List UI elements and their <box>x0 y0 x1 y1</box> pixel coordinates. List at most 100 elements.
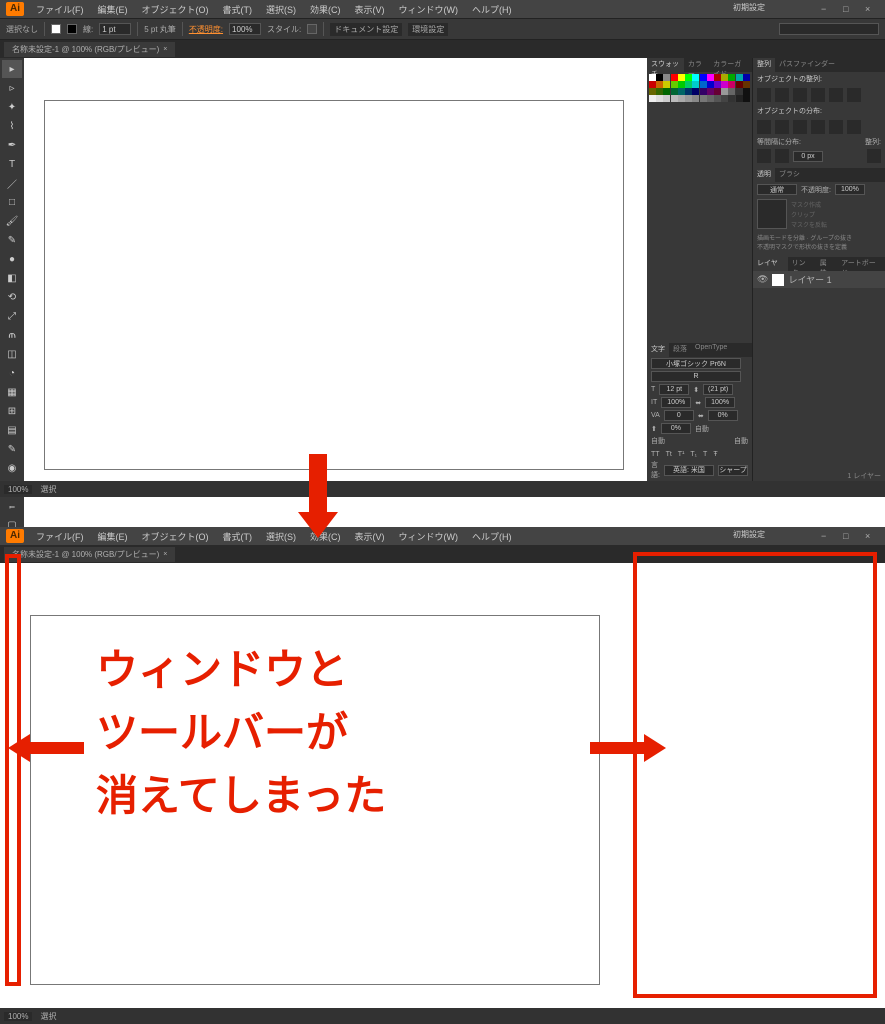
close-tab-icon-b[interactable]: × <box>163 551 167 558</box>
char-icon-1[interactable]: TT <box>651 451 660 458</box>
visibility-icon[interactable]: 👁 <box>757 274 768 285</box>
workspace-switcher[interactable]: 初期設定 <box>733 2 765 13</box>
align-left-icon[interactable] <box>757 88 771 102</box>
brush-tab[interactable]: ブラシ <box>775 168 804 182</box>
spacing-input[interactable] <box>793 151 823 162</box>
stroke-width-input[interactable] <box>99 23 131 35</box>
line-tool[interactable]: ／ <box>2 174 22 192</box>
char-icon-4[interactable]: T₁ <box>690 451 697 458</box>
character-tab[interactable]: 文字 <box>647 343 669 357</box>
selection-tool[interactable]: ▸ <box>2 60 22 78</box>
opacity-input[interactable] <box>229 23 261 35</box>
fill-swatch[interactable] <box>51 24 61 34</box>
pencil-tool[interactable]: ✎ <box>2 231 22 249</box>
links-tab[interactable]: リンク <box>788 257 816 271</box>
artboard[interactable] <box>44 100 624 470</box>
align-vcenter-icon[interactable] <box>829 88 843 102</box>
menu-object-b[interactable]: オブジェクト(O) <box>136 528 215 545</box>
dist-top-icon[interactable] <box>757 120 771 134</box>
align-bottom-icon[interactable] <box>847 88 861 102</box>
free-transform-tool[interactable]: ◫ <box>2 345 22 363</box>
doc-setup-button[interactable]: ドキュメント設定 <box>330 23 402 36</box>
language-dropdown[interactable] <box>664 465 714 476</box>
artboards-tab[interactable]: アートボード <box>837 257 885 271</box>
env-setup-button[interactable]: 環境設定 <box>408 23 448 36</box>
dist-bottom-icon[interactable] <box>793 120 807 134</box>
opacity-panel-input[interactable] <box>835 184 865 195</box>
minimize-icon-b[interactable]: − <box>821 531 831 541</box>
menu-select-b[interactable]: 選択(S) <box>260 528 302 545</box>
blend-mode-dropdown[interactable] <box>757 184 797 195</box>
maximize-icon-b[interactable]: □ <box>843 531 853 541</box>
pathfinder-tab[interactable]: パスファインダー <box>775 58 839 72</box>
canvas-area[interactable] <box>24 58 647 481</box>
menu-window[interactable]: ウィンドウ(W) <box>393 1 465 18</box>
char-icon-3[interactable]: T¹ <box>678 451 685 458</box>
font-style-dropdown[interactable] <box>651 371 741 382</box>
eyedropper-tool[interactable]: ✎ <box>2 440 22 458</box>
font-family-dropdown[interactable] <box>651 358 741 369</box>
transparency-tab[interactable]: 透明 <box>753 168 775 182</box>
close-icon-b[interactable]: × <box>865 531 875 541</box>
blend-tool[interactable]: ◉ <box>2 459 22 477</box>
menu-window-b[interactable]: ウィンドウ(W) <box>393 528 465 545</box>
zoom-level[interactable]: 100% <box>4 485 32 494</box>
menu-edit-b[interactable]: 編集(E) <box>92 528 134 545</box>
shape-builder-tool[interactable]: ◔ <box>2 364 22 382</box>
opacity-label[interactable]: 不透明度: <box>189 24 223 35</box>
color-guide-tab[interactable]: カラーガイド <box>709 58 752 72</box>
antialias-dropdown[interactable] <box>718 465 748 476</box>
search-input[interactable] <box>779 23 879 35</box>
direct-selection-tool[interactable]: ▹ <box>2 79 22 97</box>
width-tool[interactable]: ⫙ <box>2 326 22 344</box>
scale-tool[interactable]: ⤢ <box>2 307 22 325</box>
opacity-thumb[interactable] <box>757 199 787 229</box>
dist-left-icon[interactable] <box>811 120 825 134</box>
align-hcenter-icon[interactable] <box>775 88 789 102</box>
menu-type[interactable]: 書式(T) <box>217 1 259 18</box>
menu-view[interactable]: 表示(V) <box>349 1 391 18</box>
leading-input[interactable] <box>703 384 733 395</box>
menu-effect[interactable]: 効果(C) <box>304 1 347 18</box>
mesh-tool[interactable]: ⊞ <box>2 402 22 420</box>
menu-file[interactable]: ファイル(F) <box>30 1 90 18</box>
dist-vcenter-icon[interactable] <box>775 120 789 134</box>
maximize-icon[interactable]: □ <box>843 4 853 14</box>
rotate-tool[interactable]: ⟲ <box>2 288 22 306</box>
attributes-tab[interactable]: 属性 <box>816 257 837 271</box>
close-tab-icon[interactable]: × <box>163 46 167 53</box>
type-tool[interactable]: T <box>2 155 22 173</box>
dist-right-icon[interactable] <box>847 120 861 134</box>
workspace-switcher-b[interactable]: 初期設定 <box>733 529 765 540</box>
swatches-tab[interactable]: スウォッチ <box>647 58 684 72</box>
menu-file-b[interactable]: ファイル(F) <box>30 528 90 545</box>
char-icon-2[interactable]: Tt <box>666 451 672 458</box>
stroke-swatch[interactable] <box>67 24 77 34</box>
char-icon-6[interactable]: Ŧ <box>713 451 717 458</box>
lasso-tool[interactable]: ⌇ <box>2 117 22 135</box>
font-size-input[interactable] <box>659 384 689 395</box>
brush-preset-label[interactable]: 5 pt 丸筆 <box>144 24 176 35</box>
color-tab[interactable]: カラー <box>684 58 709 72</box>
char-icon-5[interactable]: T <box>703 451 707 458</box>
blob-brush-tool[interactable]: ● <box>2 250 22 268</box>
close-icon[interactable]: × <box>865 4 875 14</box>
style-swatch[interactable] <box>307 24 317 34</box>
gradient-tool[interactable]: ▤ <box>2 421 22 439</box>
dist-hcenter-icon[interactable] <box>829 120 843 134</box>
document-tab-b[interactable]: 名称未設定-1 @ 100% (RGB/プレビュー) × <box>4 547 175 562</box>
perspective-tool[interactable]: ▦ <box>2 383 22 401</box>
menu-object[interactable]: オブジェクト(O) <box>136 1 215 18</box>
column-graph-tool[interactable]: ⫭ <box>2 497 22 515</box>
swatch-grid[interactable] <box>647 72 752 104</box>
menu-help-b[interactable]: ヘルプ(H) <box>466 528 518 545</box>
dist-vspace-icon[interactable] <box>757 149 771 163</box>
align-tab[interactable]: 整列 <box>753 58 775 72</box>
magic-wand-tool[interactable]: ✦ <box>2 98 22 116</box>
layer-row[interactable]: 👁 レイヤー 1 <box>753 271 885 288</box>
hscale-input[interactable] <box>705 397 735 408</box>
vscale-input[interactable] <box>661 397 691 408</box>
menu-view-b[interactable]: 表示(V) <box>349 528 391 545</box>
zoom-level-b[interactable]: 100% <box>4 1012 32 1021</box>
opentype-tab[interactable]: OpenType <box>691 343 731 357</box>
